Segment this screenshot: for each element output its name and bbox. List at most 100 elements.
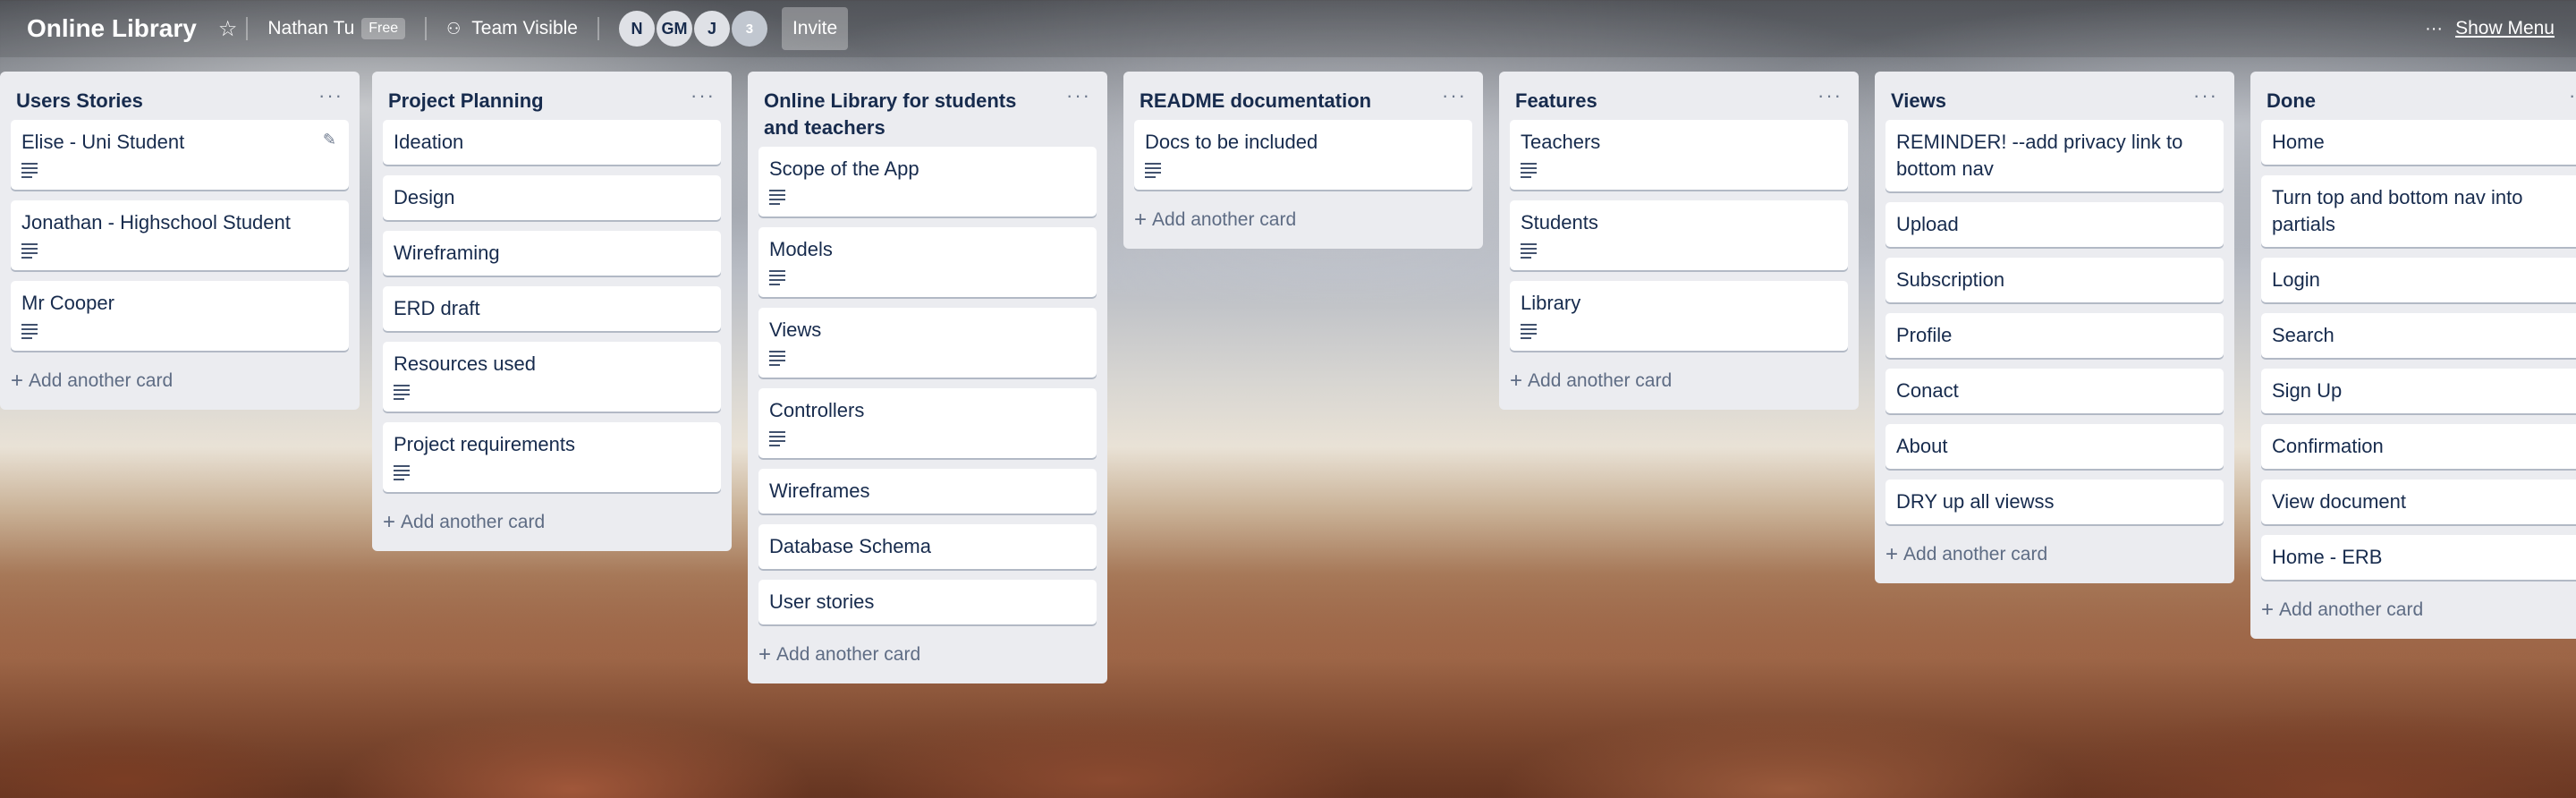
card[interactable]: Home	[2261, 120, 2576, 165]
card[interactable]: Home - ERB	[2261, 535, 2576, 580]
card[interactable]: Design	[383, 175, 721, 220]
card[interactable]: Models	[758, 227, 1097, 297]
card[interactable]: DRY up all viewss	[1885, 480, 2224, 524]
card[interactable]: Profile	[1885, 313, 2224, 358]
add-card-label: Add another card	[776, 644, 921, 665]
card[interactable]: Scope of the App	[758, 147, 1097, 216]
card-title: Design	[394, 186, 455, 208]
show-menu-label: Show Menu	[2455, 18, 2555, 38]
card-title: Resources used	[394, 352, 536, 375]
card[interactable]: Sign Up	[2261, 369, 2576, 413]
card[interactable]: Turn top and bottom nav into partials	[2261, 175, 2576, 247]
list-header: Online Library for students and teachers…	[748, 72, 1107, 147]
avatar[interactable]: J	[693, 11, 730, 47]
list-column: README documentation ··· Docs to be includ…	[1123, 72, 1483, 249]
add-card-label: Add another card	[2279, 599, 2424, 620]
add-card-button[interactable]: + Add another card	[1875, 535, 2234, 580]
card[interactable]: Project requirements	[383, 422, 721, 492]
add-card-label: Add another card	[1903, 544, 2048, 565]
list-menu-icon[interactable]: ···	[1818, 84, 1843, 107]
list-title[interactable]: Online Library for students and teachers	[764, 88, 1050, 141]
card[interactable]: Wireframing	[383, 231, 721, 276]
list-menu-icon[interactable]: ···	[318, 84, 343, 107]
list-title[interactable]: Users Stories	[16, 88, 302, 115]
list-header: Done ···	[2250, 72, 2576, 120]
list-title[interactable]: Features	[1515, 88, 1801, 115]
list-title[interactable]: README documentation	[1140, 88, 1426, 115]
description-icon	[394, 465, 410, 480]
visibility-button[interactable]: ⚇ Team Visible	[436, 9, 589, 48]
list-column: Users Stories ··· Elise - Uni Student ✎ Jona…	[0, 72, 360, 410]
add-card-button[interactable]: + Add another card	[0, 361, 360, 406]
add-card-label: Add another card	[401, 512, 546, 532]
team-name: Nathan Tu	[267, 18, 355, 38]
card-title: Project requirements	[394, 433, 575, 455]
card[interactable]: View document	[2261, 480, 2576, 524]
plus-icon: +	[2261, 598, 2275, 622]
invite-button[interactable]: Invite	[781, 7, 849, 50]
card-title: Library	[1521, 292, 1581, 314]
card[interactable]: Login	[2261, 258, 2576, 302]
card[interactable]: Search	[2261, 313, 2576, 358]
card[interactable]: Elise - Uni Student ✎	[11, 120, 349, 190]
divider	[597, 17, 599, 40]
show-menu-button[interactable]: ··· Show Menu	[2425, 0, 2555, 57]
more-icon: ···	[2425, 18, 2444, 38]
list-menu-icon[interactable]: ···	[2193, 84, 2218, 107]
card[interactable]: Library	[1510, 281, 1848, 351]
description-icon	[21, 243, 38, 259]
member-overflow-count[interactable]: 3	[731, 11, 767, 47]
card[interactable]: Views	[758, 308, 1097, 378]
card[interactable]: Resources used	[383, 342, 721, 412]
add-card-button[interactable]: + Add another card	[1499, 361, 1859, 406]
add-card-button[interactable]: + Add another card	[2250, 590, 2576, 635]
description-icon	[769, 431, 785, 446]
plus-icon: +	[383, 510, 396, 534]
edit-icon[interactable]: ✎	[323, 131, 336, 149]
avatar[interactable]: N	[618, 11, 655, 47]
add-card-button[interactable]: + Add another card	[372, 503, 732, 548]
card[interactable]: Database Schema	[758, 524, 1097, 569]
description-icon	[1521, 163, 1537, 178]
list-menu-icon[interactable]: ···	[1066, 84, 1091, 107]
card-title: Home	[2272, 131, 2325, 153]
list-header: Project Planning ···	[372, 72, 732, 120]
list-title[interactable]: Views	[1891, 88, 2177, 115]
card[interactable]: Conact	[1885, 369, 2224, 413]
card[interactable]: Confirmation	[2261, 424, 2576, 469]
description-icon	[769, 351, 785, 366]
card[interactable]: Upload	[1885, 202, 2224, 247]
list-header: Views ···	[1875, 72, 2234, 120]
card[interactable]: Ideation	[383, 120, 721, 165]
board-title[interactable]: Online Library	[27, 14, 197, 43]
list-title[interactable]: Done	[2267, 88, 2553, 115]
card[interactable]: Wireframes	[758, 469, 1097, 514]
card[interactable]: Students	[1510, 200, 1848, 270]
add-card-button[interactable]: + Add another card	[1123, 200, 1483, 245]
card[interactable]: Jonathan - Highschool Student	[11, 200, 349, 270]
card-title: Turn top and bottom nav into partials	[2272, 186, 2523, 235]
team-icon: ⚇	[446, 19, 462, 38]
card-title: Confirmation	[2272, 435, 2384, 457]
avatar[interactable]: GM	[656, 11, 692, 47]
list-menu-icon[interactable]: ···	[1442, 84, 1467, 107]
card[interactable]: Teachers	[1510, 120, 1848, 190]
card[interactable]: ERD draft	[383, 286, 721, 331]
list-title[interactable]: Project Planning	[388, 88, 674, 115]
list-menu-icon[interactable]: ···	[2569, 84, 2576, 107]
card[interactable]: Controllers	[758, 388, 1097, 458]
card[interactable]: Subscription	[1885, 258, 2224, 302]
list-menu-icon[interactable]: ···	[691, 84, 716, 107]
card[interactable]: Mr Cooper	[11, 281, 349, 351]
list-column: Features ··· Teachers Students Library + Add a…	[1499, 72, 1859, 410]
card-title: Search	[2272, 324, 2334, 346]
add-card-button[interactable]: + Add another card	[748, 635, 1107, 680]
star-icon[interactable]: ☆	[218, 16, 238, 42]
card[interactable]: User stories	[758, 580, 1097, 624]
card[interactable]: Docs to be included	[1134, 120, 1472, 190]
card[interactable]: REMINDER! --add privacy link to bottom n…	[1885, 120, 2224, 191]
card-title: Database Schema	[769, 535, 931, 557]
card-title: Docs to be included	[1145, 131, 1318, 153]
card[interactable]: About	[1885, 424, 2224, 469]
team-button[interactable]: Nathan Tu Free	[257, 9, 416, 48]
